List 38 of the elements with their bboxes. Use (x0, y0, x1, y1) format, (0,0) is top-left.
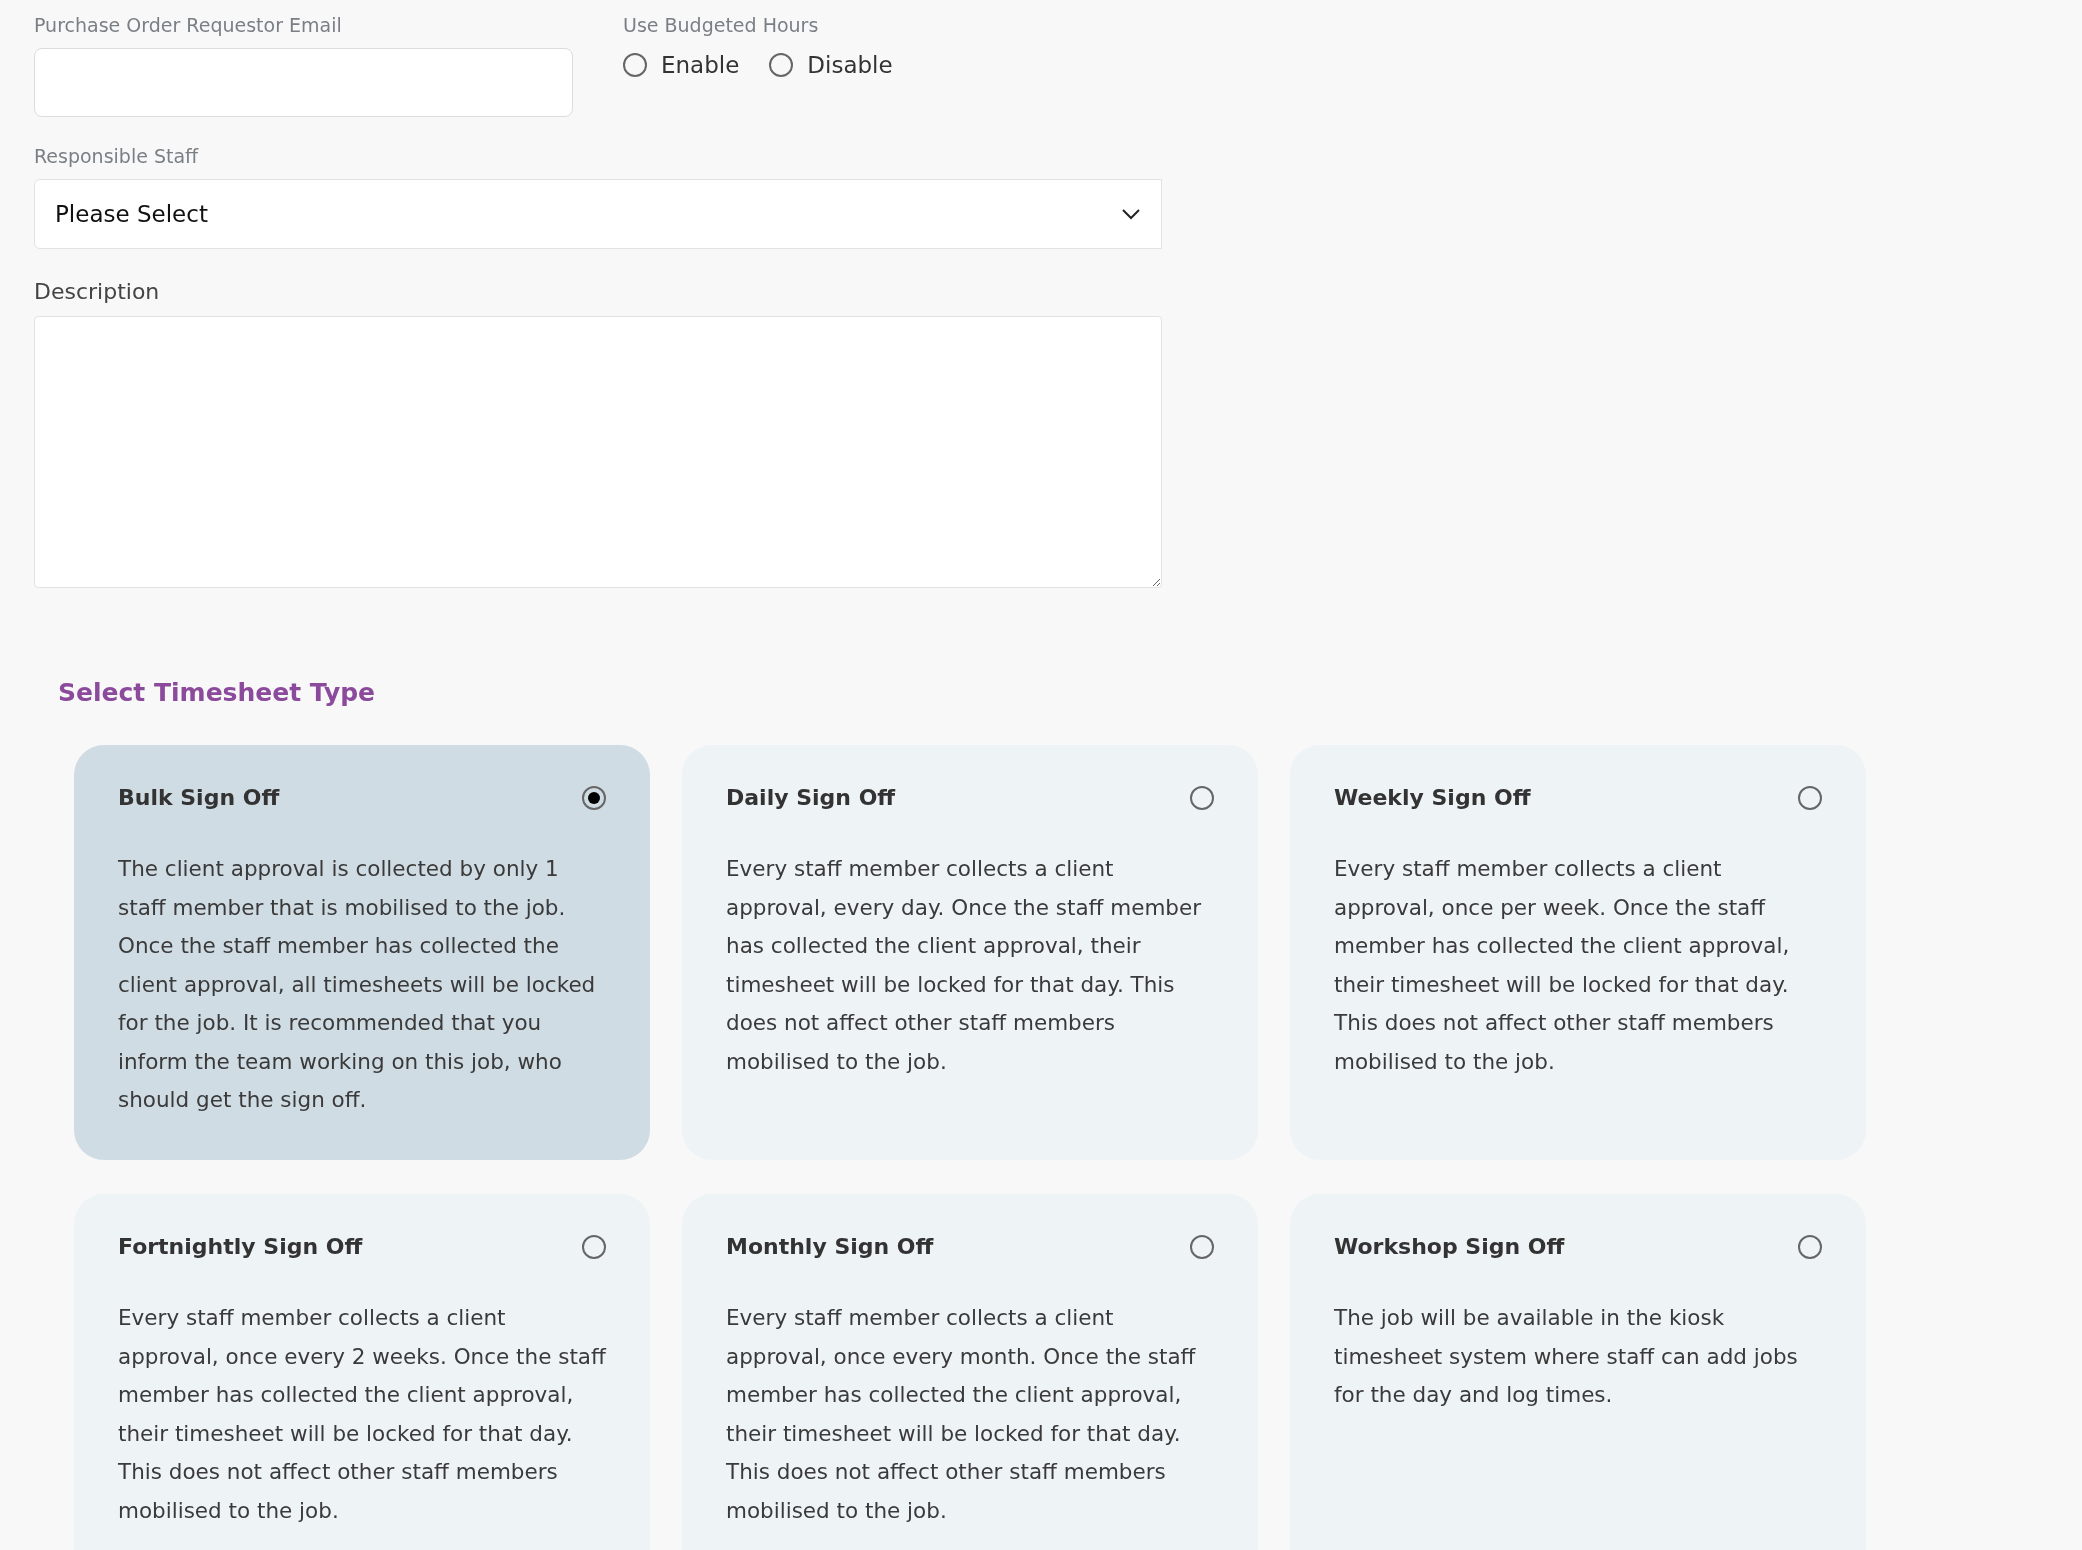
timesheet-option-card[interactable] (682, 1194, 1258, 1550)
radio-button[interactable] (582, 785, 606, 810)
timesheet-option-card[interactable] (74, 745, 650, 1160)
card-description: Every staff member collects a client approval, once per week. Once the staff member has collected the client approval, their timesheet will be locked for that day. This does not affect other staff members mobilised to the job. (1334, 855, 1791, 1076)
radio-button[interactable] (623, 53, 647, 77)
radio-button[interactable] (769, 53, 794, 77)
field-label: Description (34, 279, 161, 304)
email-input-field[interactable] (34, 48, 573, 117)
radio-label: Disable (807, 52, 893, 78)
radio-button[interactable] (582, 1234, 606, 1259)
radio-option[interactable]: Enable (623, 52, 740, 78)
radio-button[interactable] (1798, 1234, 1822, 1259)
card-description: Every staff member collects a client approval, once every month. Once the staff member has collected the client approval, their timesheet will be locked for that day. This does not affect other staff members mobilised to the job. (726, 1304, 1197, 1525)
field-label: Use Budgeted Hours (623, 14, 820, 36)
field-label: Purchase Order Requestor Email (34, 14, 343, 36)
section-heading: Select Timesheet Type (58, 678, 377, 707)
timesheet-option-card[interactable] (682, 745, 1258, 1160)
chevron-down-icon (1121, 208, 1141, 220)
radio-button[interactable] (1798, 785, 1822, 810)
card-description: The job will be available in the kiosk timesheet system where staff can add jobs for the day and log times. (1334, 1304, 1799, 1409)
card-title: Fortnightly Sign Off (118, 1234, 363, 1259)
card-title: Daily Sign Off (726, 785, 896, 810)
card-title: Weekly Sign Off (1334, 785, 1531, 810)
field-label: Responsible Staff (34, 145, 200, 167)
card-title: Monthly Sign Off (726, 1234, 934, 1259)
radio-button[interactable] (1190, 785, 1214, 810)
card-title: Workshop Sign Off (1334, 1234, 1565, 1259)
radio-option[interactable]: Disable (769, 52, 893, 78)
timesheet-option-card[interactable]: Workshop Sign Off The job will be available in the kiosk timesheet system where staff can add jobs for the day and log times. (1290, 1194, 1866, 1550)
card-description: Every staff member collects a client approval, every day. Once the staff member has collected the client approval, their timesheet will be locked for that day. This does not affect other staff members mobilised to the job. (726, 855, 1203, 1076)
timesheet-option-card[interactable] (1290, 745, 1866, 1160)
staff-dropdown[interactable]: Please Select (34, 179, 1162, 249)
radio-label: Enable (661, 52, 740, 78)
timesheet-option-card[interactable] (74, 1194, 650, 1550)
card-title: Bulk Sign Off (118, 785, 280, 810)
radio-button[interactable] (1190, 1234, 1214, 1259)
card-description: Every staff member collects a client approval, once every 2 weeks. Once the staff member has collected the client approval, their timesheet will be locked for that day. This does not affect other staff members mobilised to the job. (118, 1304, 606, 1525)
card-description: The client approval is collected by only 1 staff member that is mobilised to the job. Once the staff member has collected the client approval, all timesheets will be locked for the job. It is recommended that you inform the team working on this job, who should get the sign off. (118, 855, 597, 1114)
